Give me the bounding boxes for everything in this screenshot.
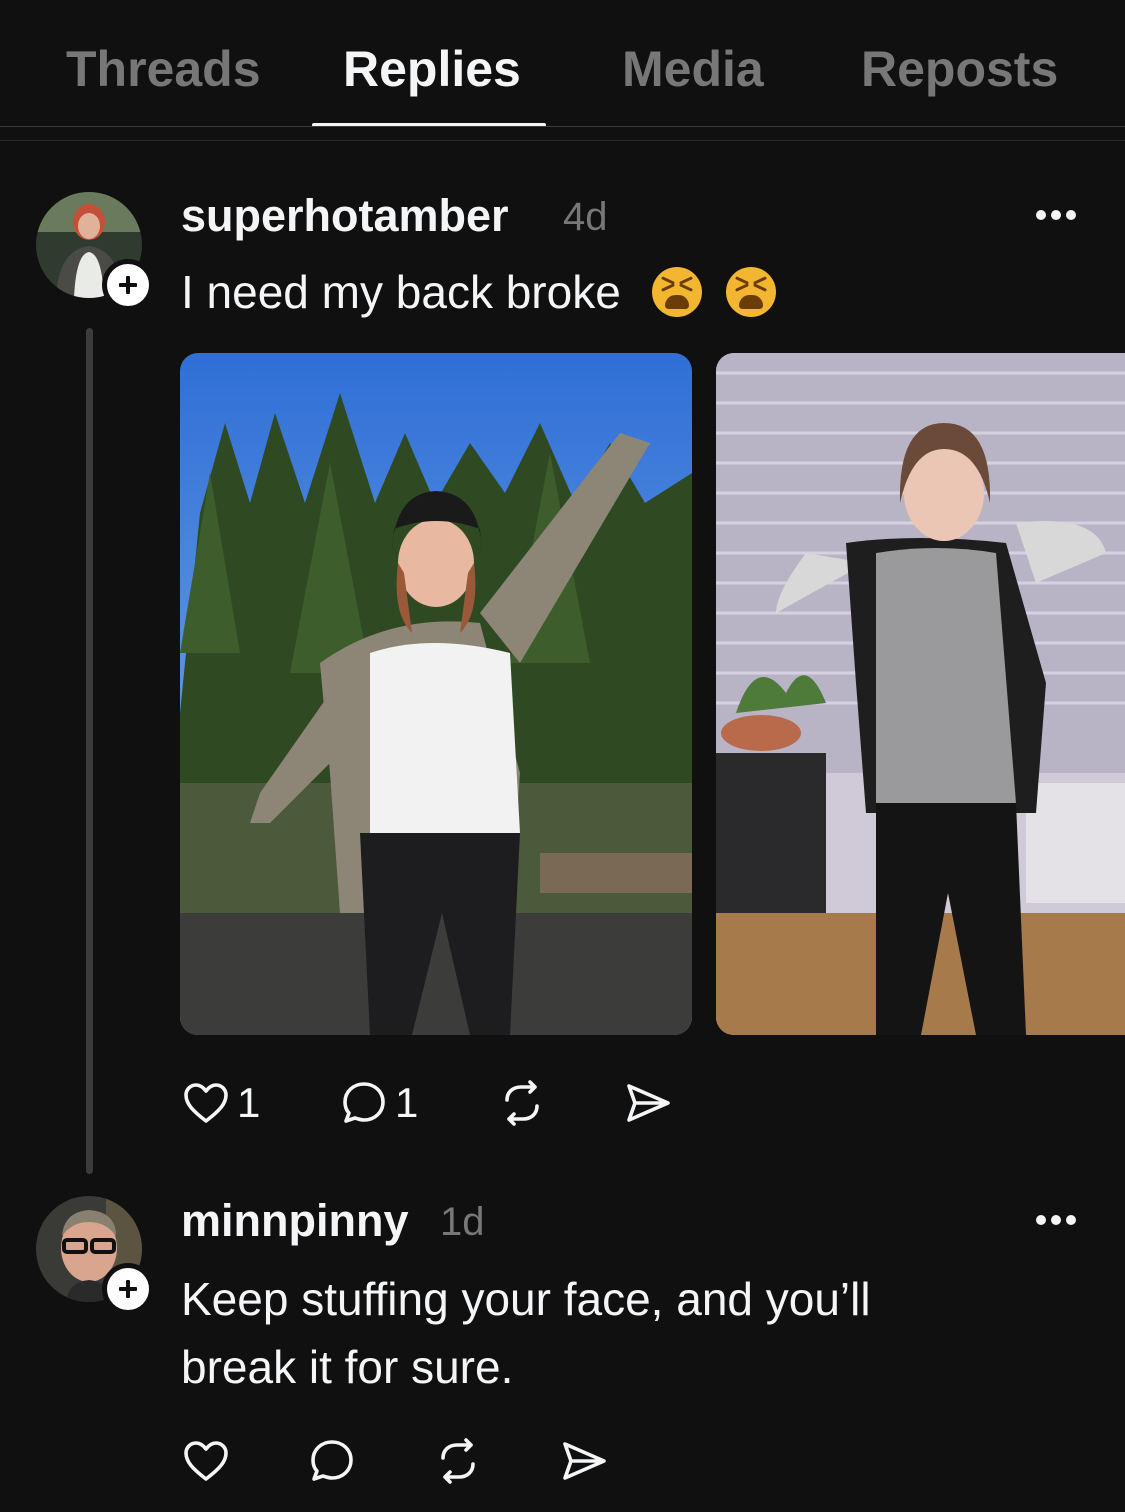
more-dots-icon[interactable]: [1030, 1215, 1082, 1227]
tab-threads[interactable]: Threads: [66, 40, 261, 98]
tired-face-emoji: [651, 266, 702, 317]
post-username[interactable]: superhotamber: [181, 190, 509, 242]
post-image-outdoor[interactable]: [180, 353, 692, 1035]
section-divider: [0, 140, 1125, 141]
post-username[interactable]: minnpinny: [181, 1195, 408, 1247]
tabs-divider: [0, 126, 1125, 127]
reply-button[interactable]: 1: [339, 1077, 418, 1129]
tired-face-emoji: [725, 266, 776, 317]
heart-icon: [184, 1441, 228, 1481]
post-image-indoor[interactable]: [716, 353, 1125, 1035]
like-count: 1: [237, 1079, 261, 1126]
more-dots-icon[interactable]: [1030, 210, 1082, 222]
follow-plus-icon[interactable]: [102, 259, 154, 311]
comment-icon: [311, 1440, 353, 1481]
repost-icon: [441, 1438, 475, 1484]
post-text-line: Keep stuffing your face, and you’ll: [181, 1273, 871, 1325]
thread-line: [86, 328, 93, 1174]
repost-button[interactable]: [497, 1077, 547, 1129]
post-text: I need my back broke: [181, 258, 776, 326]
post-timestamp: 4d: [563, 195, 608, 239]
tab-reposts[interactable]: Reposts: [861, 40, 1058, 98]
tab-media[interactable]: Media: [622, 40, 764, 98]
send-icon: [627, 1084, 670, 1122]
post-text-line: break it for sure.: [181, 1341, 514, 1393]
reply-count: 1: [395, 1079, 419, 1126]
post-text-content: I need my back broke: [181, 266, 621, 318]
send-icon: [563, 1442, 606, 1480]
profile-tabs: Threads Replies Media Reposts: [0, 0, 1125, 141]
post-timestamp: 1d: [440, 1200, 485, 1244]
repost-icon: [505, 1080, 539, 1126]
heart-icon: [184, 1083, 228, 1123]
post-text: Keep stuffing your face, and you’ll brea…: [181, 1265, 871, 1401]
comment-icon: [343, 1082, 385, 1123]
indoor-photo: [716, 353, 1125, 1035]
repost-button[interactable]: [433, 1435, 483, 1487]
outdoor-photo: [180, 353, 692, 1035]
share-button[interactable]: [623, 1077, 673, 1129]
share-button[interactable]: [559, 1435, 609, 1487]
reply-button[interactable]: [307, 1435, 357, 1487]
tab-replies[interactable]: Replies: [343, 40, 521, 98]
like-button[interactable]: 1: [181, 1077, 260, 1129]
like-button[interactable]: [181, 1435, 231, 1487]
follow-plus-icon[interactable]: [102, 1263, 154, 1315]
